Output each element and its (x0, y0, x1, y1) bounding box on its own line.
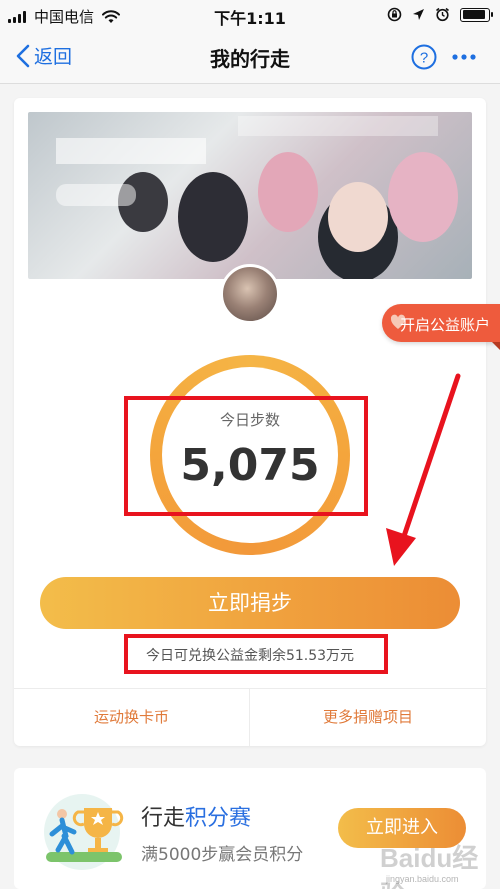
location-icon (413, 9, 424, 20)
trophy-runner-icon (44, 794, 124, 870)
contest-subtitle: 满5000步赢会员积分 (141, 845, 304, 865)
more-dots-icon[interactable] (450, 43, 478, 71)
donate-steps-button[interactable]: 立即捐步 (40, 577, 460, 629)
status-bar: 中国电信 下午1:11 (0, 0, 500, 30)
svg-text:?: ? (420, 50, 428, 67)
ribbon-label: 开启公益账户 (400, 316, 491, 334)
baidu-watermark: Baidu经验 jingyan.baidu.com (380, 838, 498, 889)
alarm-icon (436, 7, 449, 22)
highlight-box-remaining (124, 634, 388, 674)
battery-icon (460, 7, 493, 22)
exchange-cards-link[interactable]: 运动换卡币 (14, 688, 249, 746)
annotation-arrow-icon (386, 373, 461, 566)
more-projects-link[interactable]: 更多捐赠项目 (250, 688, 486, 746)
question-circle-icon[interactable]: ? (410, 43, 438, 71)
status-right (387, 7, 493, 22)
watermark-sub: jingyan.baidu.com (386, 874, 459, 884)
nav-bar: 返回 我的行走 ? (0, 30, 500, 84)
project-banner-image[interactable] (28, 112, 472, 279)
user-avatar[interactable] (220, 264, 280, 324)
highlight-box-steps (124, 396, 368, 516)
open-charity-account-ribbon[interactable]: 开启公益账户 (382, 304, 500, 350)
battery-level (462, 10, 485, 19)
contest-title: 行走积分赛 (141, 800, 251, 832)
contest-title-accent: 积分赛 (185, 806, 252, 831)
contest-title-prefix: 行走 (141, 806, 186, 831)
rotation-lock-icon (387, 7, 402, 22)
